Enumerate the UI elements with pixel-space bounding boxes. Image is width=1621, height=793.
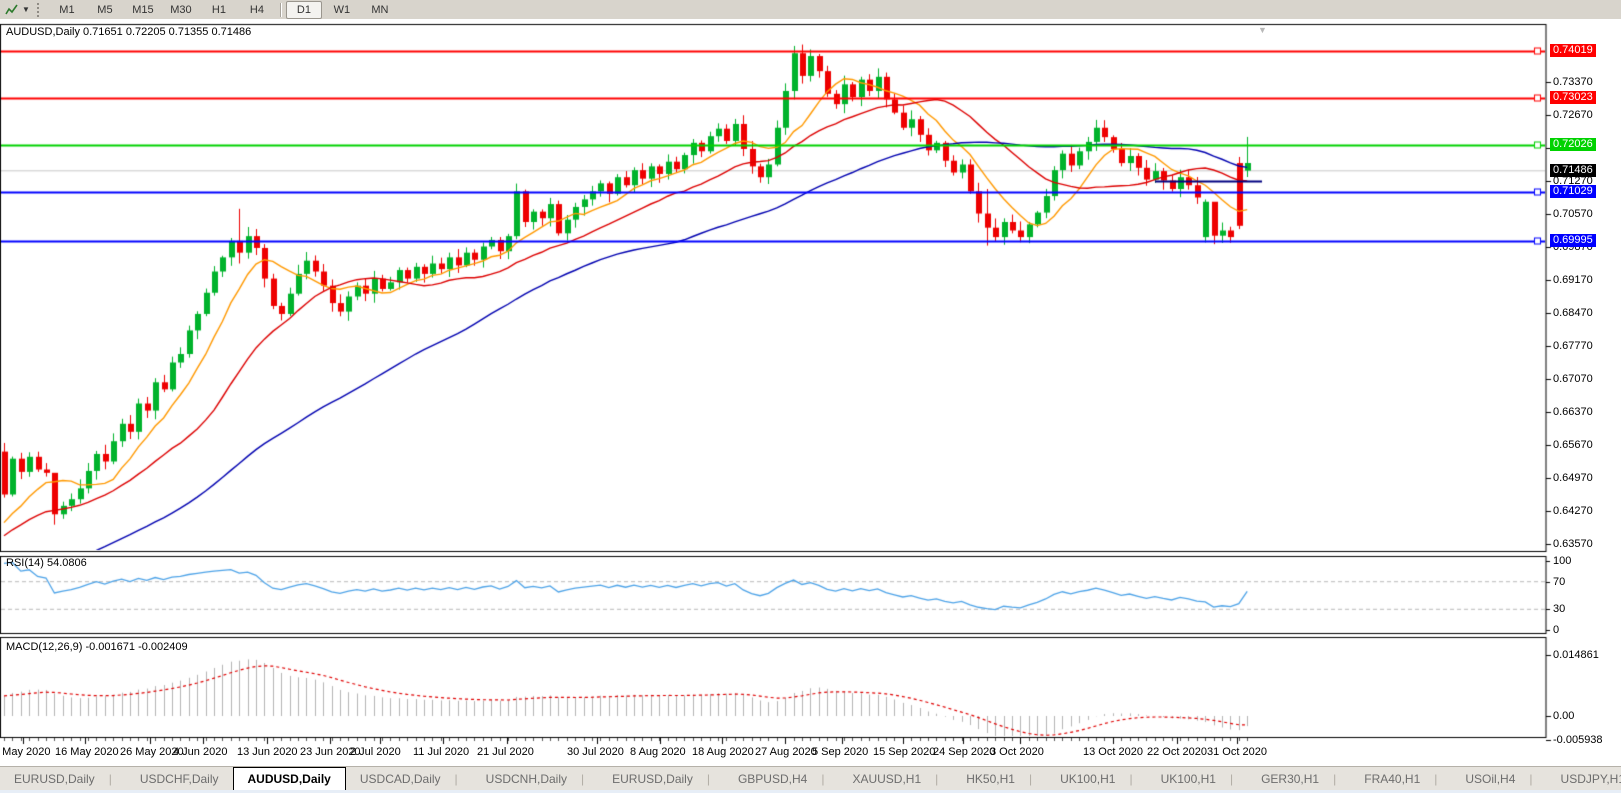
tab-separator: | [1029, 772, 1032, 786]
tab-eurusd-daily[interactable]: EURUSD,Daily| [598, 767, 724, 790]
date-axis-label: 30 Jul 2020 [567, 746, 624, 758]
date-axis-label: 21 Jul 2020 [477, 746, 534, 758]
tab-uk100-h1[interactable]: UK100,H1| [1147, 767, 1248, 790]
price-tick-label: 0.72670 [1553, 109, 1593, 121]
price-tick-label: 0.66370 [1553, 406, 1593, 418]
date-axis-label: 16 May 2020 [55, 746, 119, 758]
date-axis-label: 5 Sep 2020 [812, 746, 868, 758]
timeframe-button-mn[interactable]: MN [362, 1, 398, 19]
price-tick-label: 0.67770 [1553, 340, 1593, 352]
timeframe-button-d1[interactable]: D1 [286, 1, 322, 19]
price-tick-label: 0.64970 [1553, 472, 1593, 484]
hline-price-tag: 0.73023 [1550, 91, 1596, 104]
hline-price-tag: 0.71029 [1550, 185, 1596, 198]
timeframe-button-h1[interactable]: H1 [201, 1, 237, 19]
tab-separator: | [821, 772, 824, 786]
tab-audusd-daily[interactable]: AUDUSD,Daily [233, 767, 346, 790]
date-axis-label: 8 Aug 2020 [630, 746, 686, 758]
tab-fra40-h1[interactable]: FRA40,H1| [1350, 767, 1451, 790]
date-axis-label: 31 Oct 2020 [1207, 746, 1267, 758]
tab-separator: | [1129, 772, 1132, 786]
rsi-axis-label: 100 [1553, 555, 1571, 567]
hline-price-tag: 0.72026 [1550, 138, 1596, 151]
date-axis-label: 22 Oct 2020 [1147, 746, 1207, 758]
date-axis-label: 4 Jun 2020 [173, 746, 227, 758]
chart-mode-dropdown-caret[interactable]: ▼ [22, 5, 30, 14]
date-axis-label: 3 Oct 2020 [990, 746, 1044, 758]
date-axis-label: 27 Aug 2020 [755, 746, 817, 758]
date-axis-label: 24 Sep 2020 [933, 746, 995, 758]
date-axis-label: 13 Oct 2020 [1083, 746, 1143, 758]
rsi-axis-label: 30 [1553, 603, 1565, 615]
tab-usoil-h4[interactable]: USOil,H4| [1451, 767, 1546, 790]
macd-label: MACD(12,26,9) -0.001671 -0.002409 [6, 641, 188, 653]
tab-separator: | [581, 772, 584, 786]
tab-gbpusd-h4[interactable]: GBPUSD,H4| [724, 767, 838, 790]
tab-separator: | [455, 772, 458, 786]
date-axis-label: 7 May 2020 [0, 746, 50, 758]
timeframe-button-m15[interactable]: M15 [125, 1, 161, 19]
tab-usdcad-daily[interactable]: USDCAD,Daily| [346, 767, 472, 790]
date-axis-label: 15 Sep 2020 [873, 746, 935, 758]
rsi-axis-label: 0 [1553, 624, 1559, 636]
tab-separator: | [935, 772, 938, 786]
rsi-axis-label: 70 [1553, 576, 1565, 588]
date-axis-label: 11 Jul 2020 [413, 746, 469, 758]
macd-axis-label: 0.014861 [1553, 649, 1599, 661]
symbol-title: AUDUSD,Daily 0.71651 0.72205 0.71355 0.7… [6, 26, 251, 38]
tab-hk50-h1[interactable]: HK50,H1| [952, 767, 1046, 790]
date-axis-label: 18 Aug 2020 [692, 746, 754, 758]
macd-axis-label: -0.005938 [1553, 734, 1603, 746]
tab-usdjpy-h1[interactable]: USDJPY,H1| [1547, 767, 1621, 790]
tab-uk100-h1[interactable]: UK100,H1| [1046, 767, 1147, 790]
top-toolbar: ▼ M1M5M15M30H1H4 D1W1MN [0, 0, 1621, 20]
tab-separator: | [1333, 772, 1336, 786]
rsi-label: RSI(14) 54.0806 [6, 557, 87, 569]
tab-separator: | [1529, 772, 1532, 786]
chart-tab-bar: EURUSD,Daily|USDCHF,DailyAUDUSD,DailyUSD… [0, 766, 1621, 790]
tab-separator: | [1230, 772, 1233, 786]
date-axis-label: 13 Jun 2020 [237, 746, 298, 758]
tab-usdcnh-daily[interactable]: USDCNH,Daily| [472, 767, 598, 790]
timeframe-button-m5[interactable]: M5 [87, 1, 123, 19]
price-tick-label: 0.64270 [1553, 505, 1593, 517]
hline-price-tag: 0.74019 [1550, 44, 1596, 57]
tab-eurusd-daily[interactable]: EURUSD,Daily| [0, 767, 126, 790]
price-chart-canvas[interactable] [0, 19, 1621, 789]
tab-usdchf-daily[interactable]: USDCHF,Daily [126, 767, 233, 790]
price-tick-label: 0.67070 [1553, 373, 1593, 385]
price-tick-label: 0.73370 [1553, 76, 1593, 88]
toolbar-grip[interactable] [37, 3, 44, 17]
current-price-tag: 0.71486 [1550, 164, 1596, 177]
price-tick-label: 0.70570 [1553, 208, 1593, 220]
price-tick-label: 0.69170 [1553, 274, 1593, 286]
tab-separator: | [109, 772, 112, 786]
tab-separator: | [707, 772, 710, 786]
price-tick-label: 0.63570 [1553, 538, 1593, 550]
timeframe-button-m1[interactable]: M1 [49, 1, 85, 19]
timeframe-button-h4[interactable]: H4 [239, 1, 275, 19]
price-tick-label: 0.65670 [1553, 439, 1593, 451]
price-tick-label: 0.68470 [1553, 307, 1593, 319]
hline-price-tag: 0.69995 [1550, 234, 1596, 247]
chart-mode-icon[interactable] [3, 2, 21, 17]
macd-axis-label: 0.00 [1553, 710, 1574, 722]
chart-shift-icon[interactable]: ▼ [1258, 25, 1267, 35]
timeframe-button-w1[interactable]: W1 [324, 1, 360, 19]
tab-separator: | [1434, 772, 1437, 786]
tab-ger30-h1[interactable]: GER30,H1| [1247, 767, 1350, 790]
timeframe-button-m30[interactable]: M30 [163, 1, 199, 19]
date-axis-label: 2 Jul 2020 [350, 746, 401, 758]
tab-xauusd-h1[interactable]: XAUUSD,H1| [838, 767, 952, 790]
